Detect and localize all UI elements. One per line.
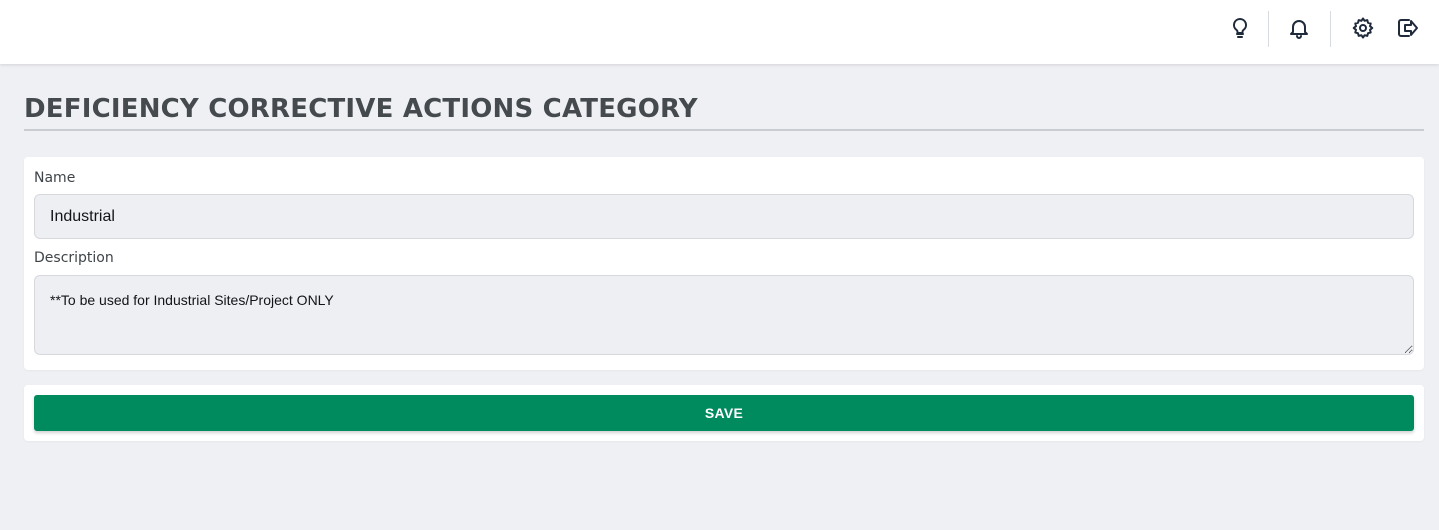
- header-divider: [1268, 11, 1269, 47]
- lightbulb-icon[interactable]: [1222, 12, 1258, 44]
- title-divider: [24, 129, 1424, 131]
- description-label: Description: [34, 250, 114, 266]
- bell-icon[interactable]: [1281, 12, 1317, 44]
- top-bar: [0, 0, 1439, 64]
- name-label: Name: [34, 170, 76, 186]
- page-title: DEFICIENCY CORRECTIVE ACTIONS CATEGORY: [24, 94, 698, 124]
- header-divider: [1330, 11, 1331, 47]
- gear-icon[interactable]: [1345, 12, 1381, 44]
- actions-card: SAVE: [24, 385, 1424, 441]
- name-input[interactable]: [34, 194, 1414, 239]
- form-card: Name Description **To be used for Indust…: [24, 157, 1424, 370]
- logout-icon[interactable]: [1389, 12, 1425, 44]
- description-textarea[interactable]: **To be used for Industrial Sites/Projec…: [34, 275, 1414, 355]
- save-button[interactable]: SAVE: [34, 395, 1414, 431]
